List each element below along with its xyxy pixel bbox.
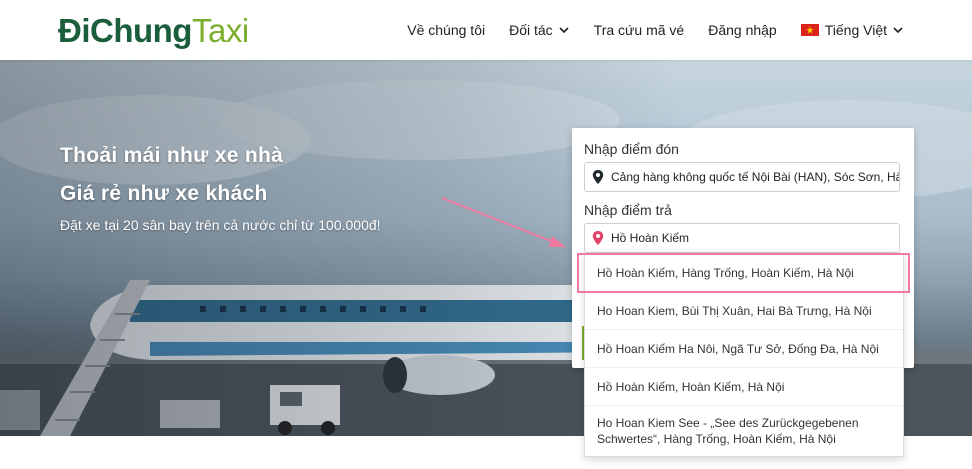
dropoff-label: Nhập điểm trả bbox=[584, 202, 672, 218]
nav-language[interactable]: Tiếng Việt bbox=[800, 22, 904, 38]
logo-text-taxi: Taxi bbox=[191, 11, 249, 49]
pickup-input[interactable]: Cảng hàng không quốc tế Nội Bài (HAN), S… bbox=[584, 162, 900, 192]
suggestion-text: Hồ Hoàn Kiếm, Hoàn Kiếm, Hà Nội bbox=[597, 379, 785, 394]
hero-headline-1: Thoải mái như xe nhà bbox=[60, 144, 284, 167]
hero-subtitle: Đặt xe tại 20 sân bay trên cả nước chỉ t… bbox=[60, 217, 381, 233]
suggestion-item[interactable]: Hồ Hoan Kiếm Ha Nôi, Ngã Tư Sở, Đống Đa,… bbox=[585, 330, 903, 368]
nav-login-label: Đăng nhập bbox=[708, 22, 777, 38]
dropoff-input[interactable]: Hồ Hoàn Kiếm bbox=[584, 223, 900, 253]
pickup-label: Nhập điểm đón bbox=[584, 141, 679, 157]
suggestion-text: Ho Hoan Kiem, Bùi Thị Xuân, Hai Bà Trưng… bbox=[597, 303, 872, 318]
vietnam-flag-icon bbox=[800, 24, 819, 36]
suggestion-item[interactable]: Hồ Hoàn Kiếm, Hàng Trống, Hoàn Kiếm, Hà … bbox=[585, 254, 903, 292]
nav-partners-label: Đối tác bbox=[509, 22, 553, 38]
nav-ticket-lookup-label: Tra cứu mã vé bbox=[593, 22, 685, 38]
nav-ticket-lookup[interactable]: Tra cứu mã vé bbox=[594, 22, 685, 38]
suggestion-item[interactable]: Ho Hoan Kiem, Bùi Thị Xuân, Hai Bà Trưng… bbox=[585, 292, 903, 330]
chevron-down-icon bbox=[559, 27, 569, 34]
logo[interactable]: Đi Chung Taxi bbox=[58, 8, 249, 52]
nav-language-label: Tiếng Việt bbox=[824, 22, 887, 38]
chevron-down-icon bbox=[893, 27, 903, 34]
map-pin-icon bbox=[592, 170, 604, 184]
suggestion-text: Hồ Hoan Kiếm Ha Nôi, Ngã Tư Sở, Đống Đa,… bbox=[597, 341, 879, 356]
suggestion-text: Hồ Hoàn Kiếm, Hàng Trống, Hoàn Kiếm, Hà … bbox=[597, 265, 854, 280]
suggestion-text: Ho Hoan Kiem See - „See des Zurückgegebe… bbox=[597, 416, 859, 446]
pickup-value: Cảng hàng không quốc tế Nội Bài (HAN), S… bbox=[611, 170, 899, 184]
site-header: Đi Chung Taxi Về chúng tôi Đối tác Tra cứu… bbox=[0, 0, 972, 60]
logo-text-chung: Chung bbox=[90, 11, 192, 49]
main-nav: Về chúng tôi Đối tác Tra cứu mã vé Đăng … bbox=[383, 0, 904, 60]
nav-partners[interactable]: Đối tác bbox=[509, 22, 570, 38]
suggestion-item[interactable]: Ho Hoan Kiem See - „See des Zurückgegebe… bbox=[585, 406, 903, 456]
logo-text-di: Đi bbox=[58, 11, 91, 49]
map-pin-icon bbox=[592, 231, 604, 245]
autocomplete-dropdown: Hồ Hoàn Kiếm, Hàng Trống, Hoàn Kiếm, Hà … bbox=[584, 253, 904, 457]
hero-headline-2: Giá rẻ như xe khách bbox=[60, 182, 268, 205]
suggestion-item[interactable]: Hồ Hoàn Kiếm, Hoàn Kiếm, Hà Nội bbox=[585, 368, 903, 406]
nav-login[interactable]: Đăng nhập bbox=[708, 22, 777, 38]
dropoff-value: Hồ Hoàn Kiếm bbox=[611, 231, 690, 245]
nav-about-label: Về chúng tôi bbox=[407, 22, 486, 38]
nav-about[interactable]: Về chúng tôi bbox=[407, 22, 485, 38]
